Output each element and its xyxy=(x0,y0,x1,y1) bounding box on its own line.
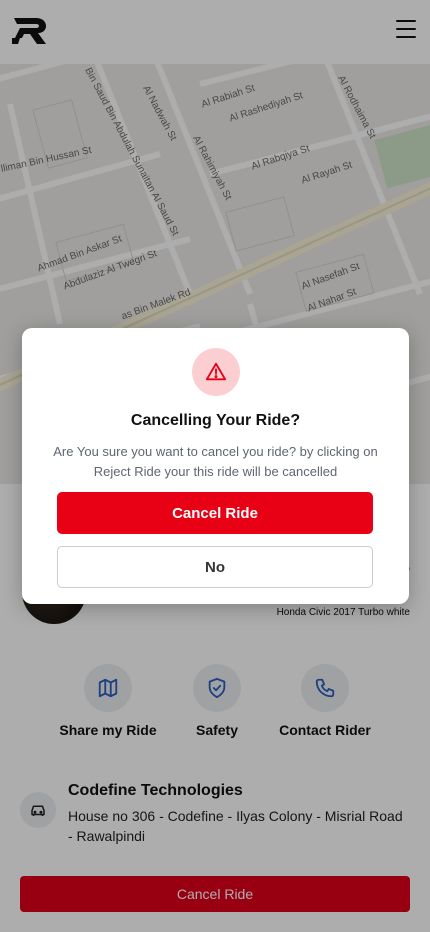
dismiss-button[interactable]: No xyxy=(57,546,373,588)
dialog-title: Cancelling Your Ride? xyxy=(130,412,301,429)
cancel-ride-dialog: Cancelling Your Ride? Are You sure you w… xyxy=(22,328,409,604)
warning-triangle-icon xyxy=(192,348,240,396)
dialog-message: Are You sure you want to cancel you ride… xyxy=(53,444,378,479)
confirm-cancel-button[interactable]: Cancel Ride xyxy=(57,492,373,534)
